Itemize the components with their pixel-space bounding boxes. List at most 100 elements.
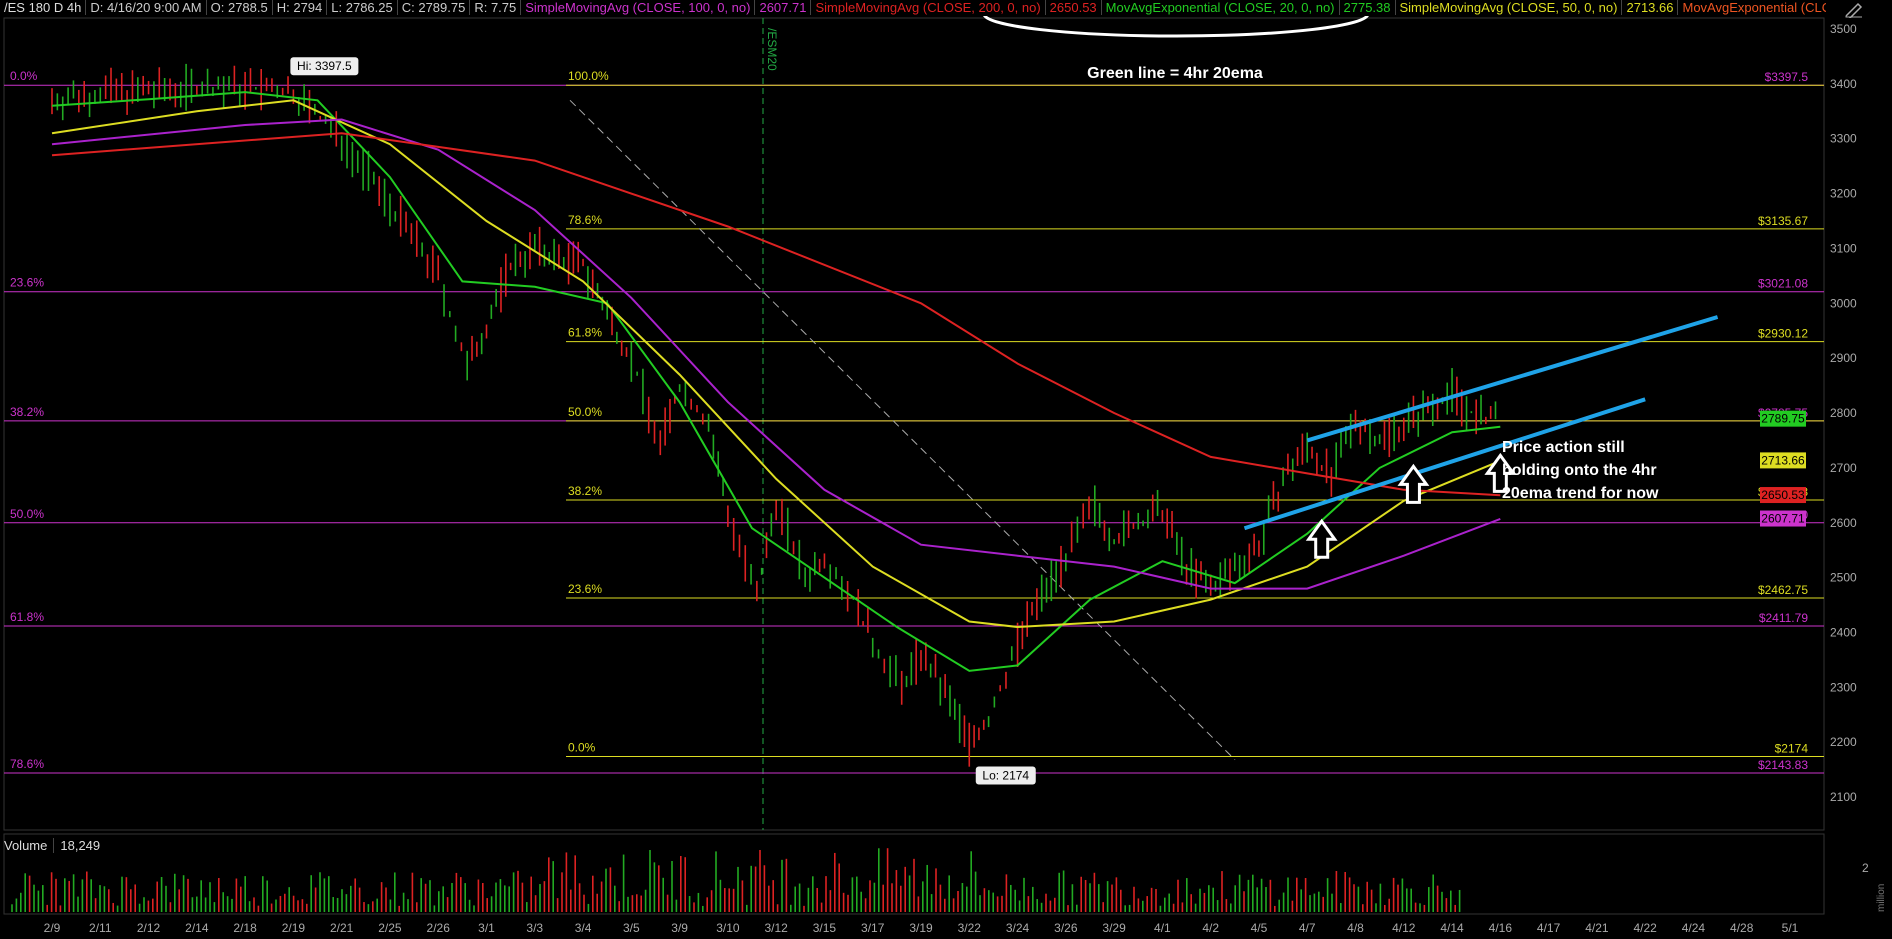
y-tick-label: 2900 bbox=[1830, 351, 1857, 365]
fib-minor-pct: 78.6% bbox=[568, 213, 602, 227]
high-value: H: 2794 bbox=[272, 0, 328, 15]
x-tick-label: 3/12 bbox=[764, 921, 788, 935]
x-tick-label: 3/10 bbox=[716, 921, 740, 935]
price-badge: 2607.71 bbox=[1760, 510, 1806, 527]
x-tick-label: 3/1 bbox=[478, 921, 495, 935]
moving-average-line bbox=[51, 99, 1501, 629]
fib-major-pct: 61.8% bbox=[10, 610, 44, 624]
fib-minor-pct: 0.0% bbox=[568, 740, 596, 754]
y-tick-label: 2200 bbox=[1830, 735, 1857, 749]
low-label-text: Lo: 2174 bbox=[982, 768, 1029, 782]
study-label[interactable]: SimpleMovingAvg (CLOSE, 50, 0, no) bbox=[1395, 0, 1623, 15]
high-label: Hi: 3397.5 bbox=[290, 57, 359, 76]
fib-major-pct: 0.0% bbox=[10, 69, 38, 83]
price-badge: 2713.66 bbox=[1760, 452, 1806, 469]
fib-major-pct: 38.2% bbox=[10, 405, 44, 419]
y-tick-label: 3500 bbox=[1830, 22, 1857, 36]
x-tick-label: 4/17 bbox=[1537, 921, 1561, 935]
y-tick-label: 2300 bbox=[1830, 680, 1857, 694]
study-label[interactable]: MovAvgExponential (CLOSE, 20, 0, no) bbox=[1101, 0, 1340, 15]
low-label: Lo: 2174 bbox=[975, 766, 1036, 785]
moving-average-line bbox=[51, 132, 1501, 497]
x-tick-label: 4/28 bbox=[1730, 921, 1754, 935]
x-tick-label: 3/19 bbox=[909, 921, 933, 935]
fib-minor-pct: 61.8% bbox=[568, 326, 602, 340]
trend-channel-line bbox=[1306, 315, 1719, 443]
study-value: 2775.38 bbox=[1339, 0, 1396, 15]
study-label[interactable]: SimpleMovingAvg (CLOSE, 200, 0, no) bbox=[811, 0, 1046, 15]
y-tick-label: 2600 bbox=[1830, 516, 1857, 530]
fib-minor-price-label: $2930.12 bbox=[1758, 327, 1808, 341]
x-tick-label: 4/24 bbox=[1682, 921, 1706, 935]
volume-axis-tick: 2 bbox=[1862, 861, 1869, 875]
y-tick-label: 3400 bbox=[1830, 77, 1857, 91]
fib-major-pct: 78.6% bbox=[10, 757, 44, 771]
price-badge-text: 2713.66 bbox=[1761, 453, 1805, 467]
fib-minor-price-label: $2462.75 bbox=[1758, 583, 1808, 597]
fib-major-price-label: $2143.83 bbox=[1758, 758, 1808, 772]
x-tick-label: 3/15 bbox=[813, 921, 837, 935]
x-tick-label: 4/16 bbox=[1489, 921, 1513, 935]
datetime-label: D: 4/16/20 9:00 AM bbox=[86, 0, 207, 15]
up-arrow-icon bbox=[1305, 518, 1338, 559]
y-tick-label: 3100 bbox=[1830, 241, 1857, 255]
study-value: 2650.53 bbox=[1045, 0, 1102, 15]
x-tick-label: 2/14 bbox=[185, 921, 209, 935]
study-label[interactable]: SimpleMovingAvg (CLOSE, 100, 0, no) bbox=[521, 0, 756, 15]
x-tick-label: 3/5 bbox=[623, 921, 640, 935]
fib-major-price-label: $3397.5 bbox=[1765, 70, 1809, 84]
x-tick-label: 3/17 bbox=[861, 921, 885, 935]
y-tick-label: 2800 bbox=[1830, 406, 1857, 420]
x-tick-label: 4/2 bbox=[1202, 921, 1219, 935]
x-tick-label: 3/26 bbox=[1054, 921, 1078, 935]
moving-average-line bbox=[51, 91, 1501, 672]
fib-major-price-label: $2411.79 bbox=[1759, 611, 1808, 625]
y-tick-label: 2500 bbox=[1830, 571, 1857, 585]
price-badge: 2650.53 bbox=[1760, 487, 1806, 504]
x-tick-label: 4/21 bbox=[1585, 921, 1609, 935]
fib-minor-price-label: $2174 bbox=[1775, 741, 1809, 755]
x-tick-label: 4/7 bbox=[1299, 921, 1316, 935]
volume-panel-label: Volume 18,249 bbox=[4, 838, 100, 853]
price-chart[interactable]: 2100 2200 2300 2400 2500 2600 2700 2800 2900 3000… bbox=[0, 0, 1892, 939]
fib-major-pct: 23.6% bbox=[10, 276, 44, 290]
x-tick-label: 3/3 bbox=[526, 921, 543, 935]
x-tick-label: 3/4 bbox=[575, 921, 592, 935]
x-tick-label: 2/26 bbox=[427, 921, 451, 935]
candle-group bbox=[51, 63, 1497, 767]
x-tick-label: 3/9 bbox=[671, 921, 688, 935]
study-value: 2607.71 bbox=[755, 0, 812, 15]
symbol-label[interactable]: /ES 180 D 4h bbox=[0, 0, 87, 15]
range-value: R: 7.75 bbox=[470, 0, 522, 15]
y-tick-label: 2400 bbox=[1830, 625, 1857, 639]
x-tick-label: 2/18 bbox=[233, 921, 257, 935]
volume-title: Volume bbox=[4, 838, 55, 853]
x-tick-label: 2/19 bbox=[282, 921, 306, 935]
x-tick-label: 2/11 bbox=[89, 921, 112, 935]
x-tick-label: 3/22 bbox=[958, 921, 982, 935]
price-panel-frame bbox=[3, 17, 1825, 831]
annotation-note-line: Price action still bbox=[1502, 439, 1625, 456]
x-tick-label: 4/14 bbox=[1440, 921, 1464, 935]
high-label-text: Hi: 3397.5 bbox=[297, 59, 352, 73]
price-badge-text: 2789.75 bbox=[1761, 412, 1805, 426]
y-tick-label: 2700 bbox=[1830, 461, 1857, 475]
fib-major-pct: 50.0% bbox=[10, 507, 44, 521]
price-badge: 2789.75 bbox=[1760, 410, 1806, 427]
x-tick-label: 3/29 bbox=[1102, 921, 1126, 935]
x-tick-label: 2/9 bbox=[44, 921, 61, 935]
annotation-note-line: holding onto the 4hr bbox=[1502, 462, 1657, 479]
fib-minor-price-label: $3135.67 bbox=[1758, 214, 1808, 228]
study-label[interactable]: MovAvgExponential (CLOSE... bbox=[1678, 0, 1826, 15]
volume-axis-unit: million bbox=[1876, 884, 1887, 912]
x-tick-label: 4/1 bbox=[1154, 921, 1171, 935]
y-tick-label: 3300 bbox=[1830, 132, 1857, 146]
drawing-tool-icon[interactable] bbox=[1844, 2, 1864, 18]
fib-minor-pct: 23.6% bbox=[568, 582, 602, 596]
x-tick-label: 3/24 bbox=[1006, 921, 1030, 935]
fib-minor-pct: 100.0% bbox=[568, 69, 609, 83]
y-tick-label: 2100 bbox=[1830, 790, 1857, 804]
session-marker-label: /ESM20 bbox=[765, 28, 779, 71]
low-value: L: 2786.25 bbox=[327, 0, 398, 15]
study-header-bar: /ES 180 D 4h D: 4/16/20 9:00 AM O: 2788.5 H… bbox=[0, 0, 1826, 16]
